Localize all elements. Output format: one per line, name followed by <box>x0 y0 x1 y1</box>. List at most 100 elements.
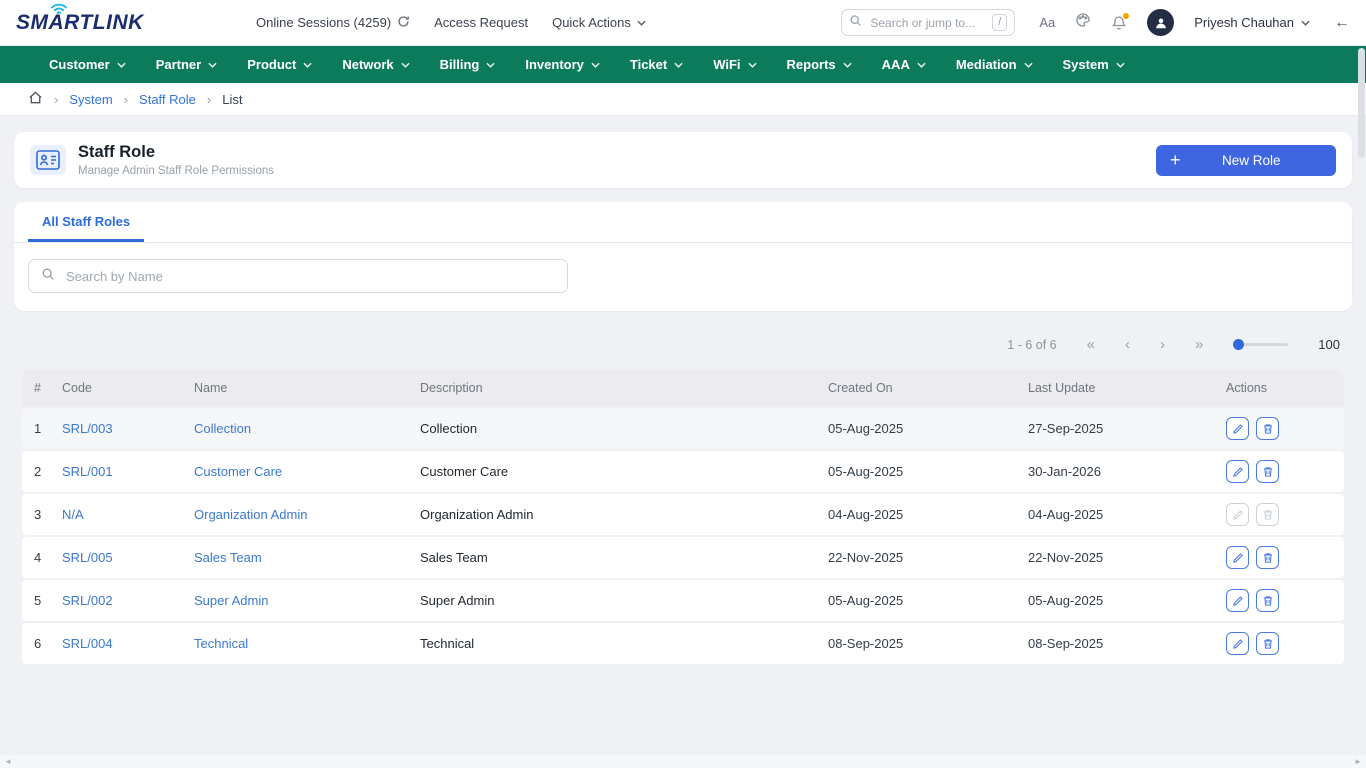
chevron-down-icon <box>748 62 757 68</box>
table-header-row: # Code Name Description Created On Last … <box>22 370 1344 406</box>
nav-item-label: WiFi <box>713 57 740 72</box>
nav-item-partner[interactable]: Partner <box>141 46 233 83</box>
delete-button[interactable] <box>1256 460 1279 483</box>
pagination-range: 1 - 6 of 6 <box>1007 338 1056 352</box>
row-last-update: 08-Sep-2025 <box>1028 636 1226 651</box>
row-code-link[interactable]: SRL/002 <box>62 593 194 608</box>
row-name-link[interactable]: Super Admin <box>194 593 420 608</box>
row-last-update: 27-Sep-2025 <box>1028 421 1226 436</box>
scroll-left-arrow-icon[interactable]: ◄ <box>4 757 12 766</box>
edit-button[interactable] <box>1226 460 1249 483</box>
page-subtitle: Manage Admin Staff Role Permissions <box>78 165 274 177</box>
chevron-down-icon <box>303 62 312 68</box>
nav-item-wifi[interactable]: WiFi <box>698 46 771 83</box>
nav-item-aaa[interactable]: AAA <box>867 46 941 83</box>
row-code-link[interactable]: SRL/001 <box>62 464 194 479</box>
edit-button <box>1226 503 1249 526</box>
row-num: 4 <box>22 550 62 565</box>
access-request[interactable]: Access Request <box>434 15 528 30</box>
text-size-toggle[interactable]: Aa <box>1039 15 1055 30</box>
nav-item-label: AAA <box>882 57 910 72</box>
row-name-link[interactable]: Sales Team <box>194 550 420 565</box>
vertical-scrollbar[interactable] <box>1358 48 1365 752</box>
quick-actions[interactable]: Quick Actions <box>552 15 646 30</box>
tab-all-staff-roles[interactable]: All Staff Roles <box>28 202 144 242</box>
chevron-down-icon <box>117 62 126 68</box>
previous-page-icon[interactable]: ‹ <box>1125 337 1130 352</box>
nav-item-mediation[interactable]: Mediation <box>941 46 1048 83</box>
nav-item-billing[interactable]: Billing <box>425 46 511 83</box>
name-search-box[interactable] <box>28 259 568 293</box>
edit-button[interactable] <box>1226 589 1249 612</box>
delete-button[interactable] <box>1256 546 1279 569</box>
nav-item-inventory[interactable]: Inventory <box>510 46 615 83</box>
delete-button[interactable] <box>1256 589 1279 612</box>
header-actions: Actions <box>1226 381 1344 395</box>
row-code-link[interactable]: N/A <box>62 507 194 522</box>
page-size-slider[interactable] <box>1233 339 1288 350</box>
scrollbar-thumb[interactable] <box>1358 48 1365 158</box>
row-code-link[interactable]: SRL/003 <box>62 421 194 436</box>
edit-button[interactable] <box>1226 632 1249 655</box>
global-search-input[interactable] <box>868 15 986 31</box>
name-search-input[interactable] <box>64 268 555 285</box>
notifications-bell-icon[interactable] <box>1111 15 1127 31</box>
nav-item-reports[interactable]: Reports <box>772 46 867 83</box>
nav-item-system[interactable]: System <box>1048 46 1140 83</box>
breadcrumb-separator-icon: › <box>124 92 128 107</box>
row-name-link[interactable]: Organization Admin <box>194 507 420 522</box>
row-name-link[interactable]: Collection <box>194 421 420 436</box>
row-name-link[interactable]: Technical <box>194 636 420 651</box>
global-search[interactable]: / <box>841 9 1015 36</box>
new-role-label: New Role <box>1181 153 1322 168</box>
table-row: 1 SRL/003 Collection Collection 05-Aug-2… <box>22 408 1344 449</box>
edit-button[interactable] <box>1226 417 1249 440</box>
main-content: Staff Role Manage Admin Staff Role Permi… <box>0 116 1366 664</box>
plus-icon: + <box>1170 151 1181 169</box>
next-page-icon[interactable]: › <box>1160 337 1165 352</box>
row-created-on: 04-Aug-2025 <box>828 507 1028 522</box>
chevron-down-icon <box>637 20 646 26</box>
page-title: Staff Role <box>78 143 274 162</box>
chevron-down-icon <box>401 62 410 68</box>
breadcrumb-item-system[interactable]: System <box>69 92 112 107</box>
row-description: Customer Care <box>420 464 828 479</box>
table-row: 6 SRL/004 Technical Technical 08-Sep-202… <box>22 623 1344 664</box>
nav-item-product[interactable]: Product <box>232 46 327 83</box>
row-code-link[interactable]: SRL/004 <box>62 636 194 651</box>
edit-button[interactable] <box>1226 546 1249 569</box>
slider-handle[interactable] <box>1233 339 1244 350</box>
nav-item-ticket[interactable]: Ticket <box>615 46 698 83</box>
delete-button[interactable] <box>1256 632 1279 655</box>
page-size-value: 100 <box>1318 337 1340 352</box>
horizontal-scrollbar[interactable]: ◄ ► <box>0 755 1366 768</box>
first-page-icon[interactable]: « <box>1087 337 1095 352</box>
home-icon[interactable] <box>28 90 43 108</box>
slider-track <box>1244 343 1288 346</box>
header-num: # <box>22 381 62 395</box>
quick-actions-label: Quick Actions <box>552 15 631 30</box>
theme-palette-icon[interactable] <box>1075 12 1091 33</box>
row-created-on: 08-Sep-2025 <box>828 636 1028 651</box>
new-role-button[interactable]: + New Role <box>1156 145 1336 176</box>
refresh-icon[interactable] <box>397 15 410 31</box>
scroll-right-arrow-icon[interactable]: ► <box>1354 757 1362 766</box>
row-name-link[interactable]: Customer Care <box>194 464 420 479</box>
row-code-link[interactable]: SRL/005 <box>62 550 194 565</box>
user-avatar[interactable] <box>1147 9 1174 36</box>
breadcrumb-item-staff-role[interactable]: Staff Role <box>139 92 196 107</box>
nav-item-customer[interactable]: Customer <box>34 46 141 83</box>
user-menu[interactable]: Priyesh Chauhan <box>1194 15 1310 30</box>
nav-item-network[interactable]: Network <box>327 46 424 83</box>
online-sessions[interactable]: Online Sessions (4259) <box>256 15 410 31</box>
table-body: 1 SRL/003 Collection Collection 05-Aug-2… <box>22 408 1344 664</box>
breadcrumb-items: ›System›Staff Role›List <box>54 92 242 107</box>
smartlink-logo[interactable]: SMARTLINK <box>16 11 194 35</box>
row-description: Technical <box>420 636 828 651</box>
row-description: Collection <box>420 421 828 436</box>
nav-item-label: Partner <box>156 57 202 72</box>
last-page-icon[interactable]: » <box>1195 337 1203 352</box>
delete-button[interactable] <box>1256 417 1279 440</box>
back-arrow-icon[interactable]: ← <box>1334 14 1350 32</box>
nav-item-label: Reports <box>787 57 836 72</box>
